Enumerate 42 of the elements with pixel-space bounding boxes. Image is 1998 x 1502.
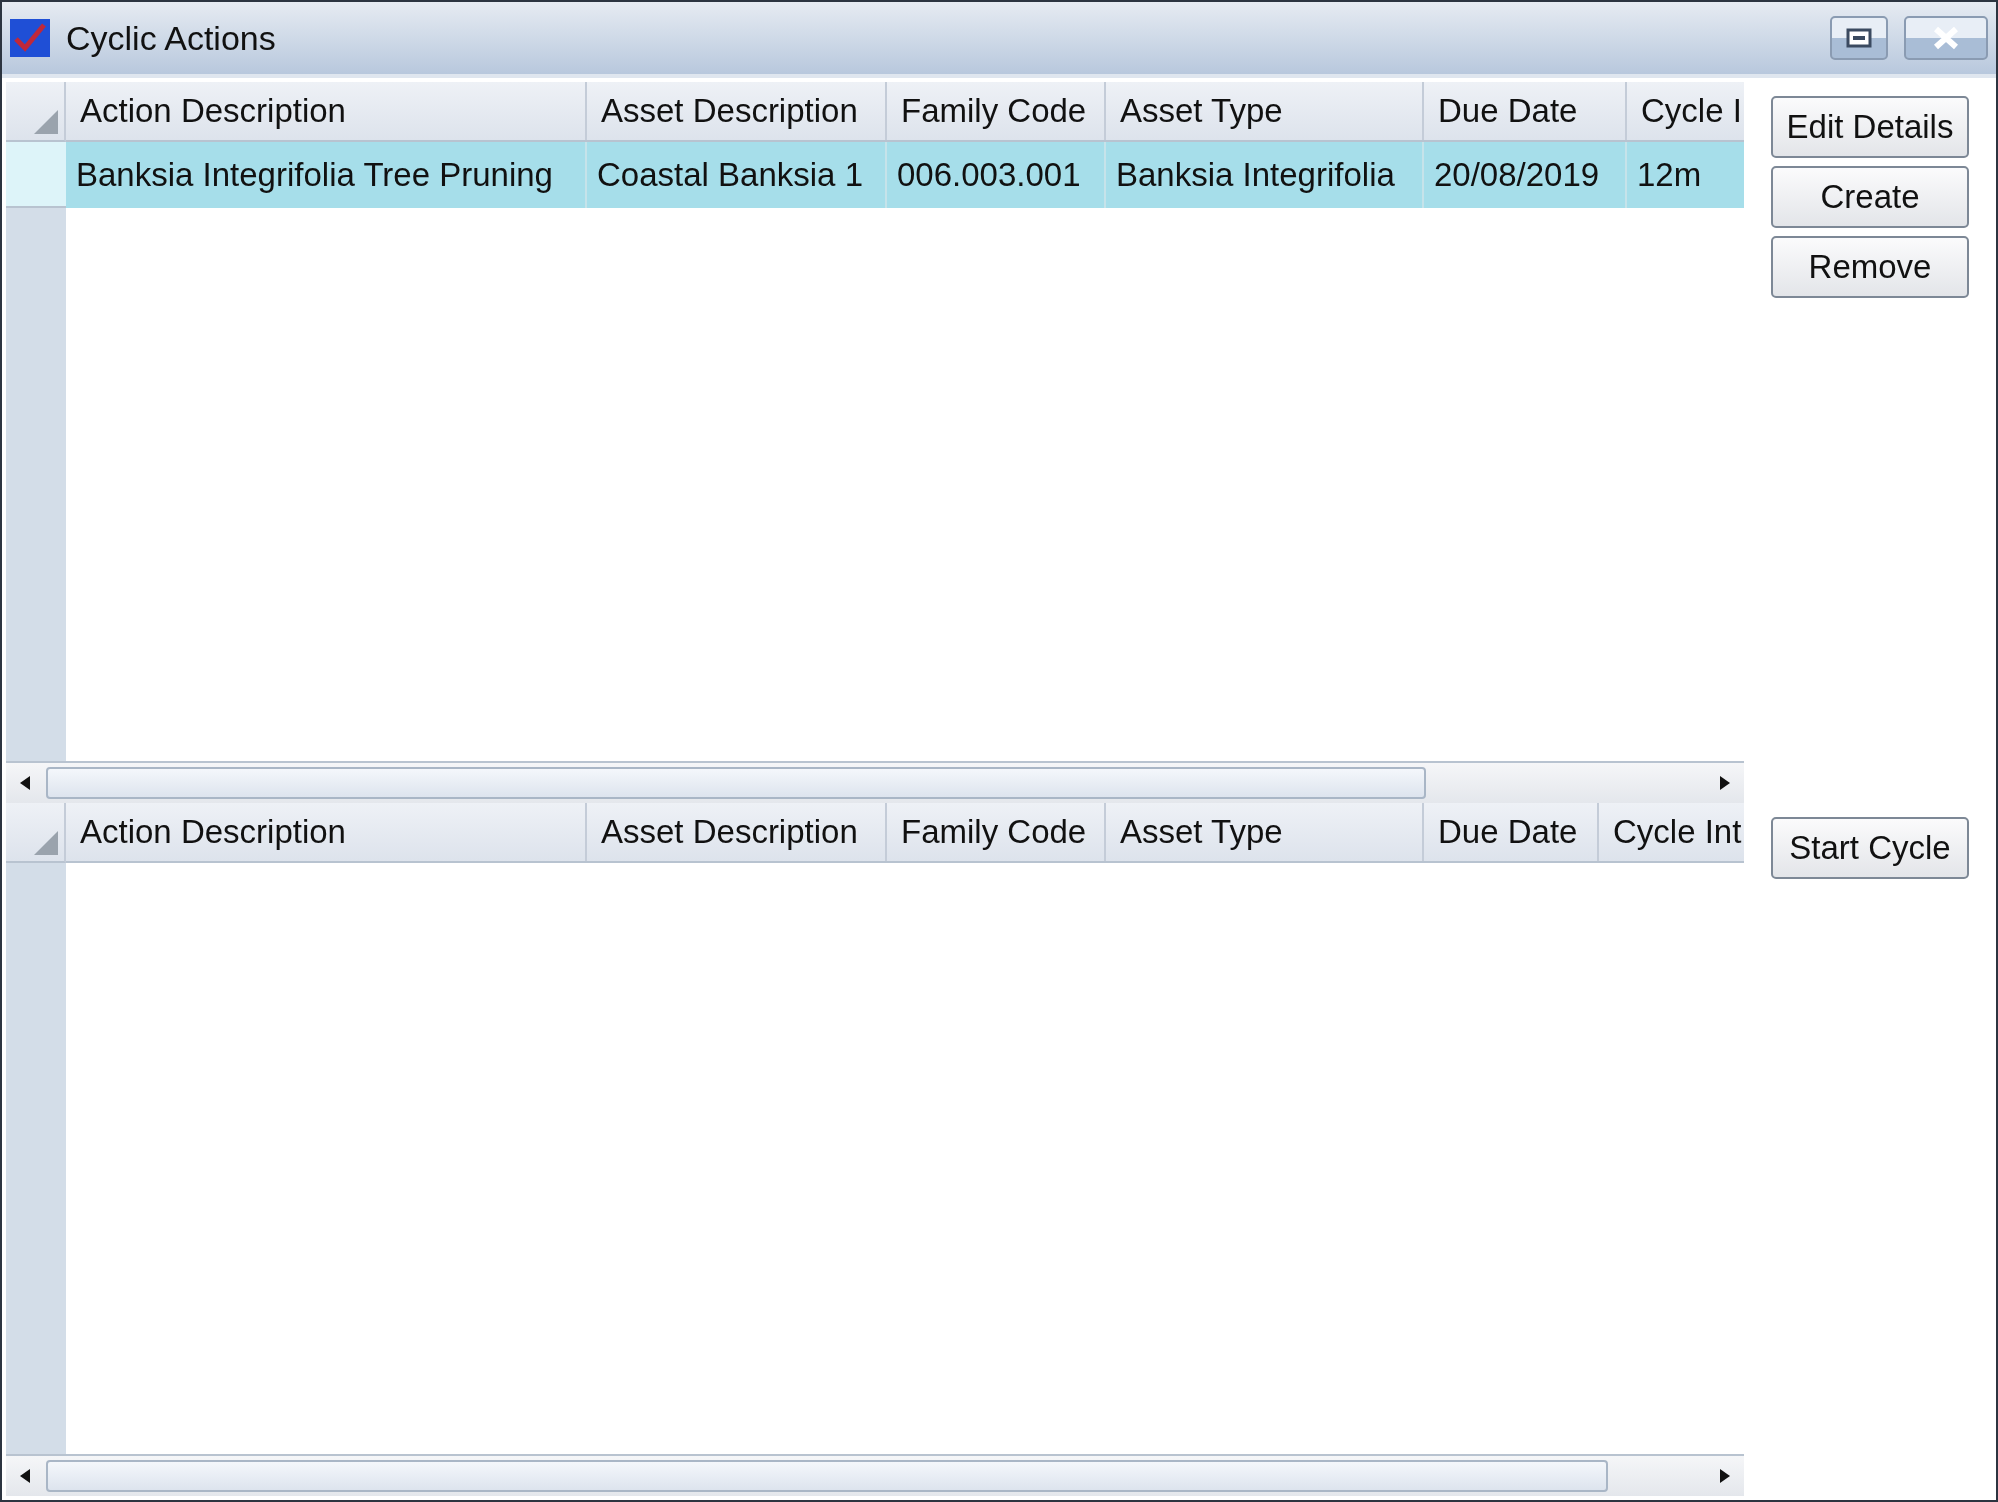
restore-button[interactable] [1830,16,1888,60]
column-header[interactable]: Asset Type [1106,803,1424,862]
row-header[interactable] [6,142,66,208]
scrollbar-thumb[interactable] [46,1460,1608,1492]
corner-triangle-icon [34,831,58,856]
column-header-label: Cycle Int [1613,813,1742,852]
column-header-label: Action Description [80,813,346,852]
select-all-corner[interactable] [6,803,66,864]
column-header[interactable]: Action Description [66,803,587,862]
column-header-label: Asset Type [1120,92,1283,130]
horizontal-scrollbar[interactable] [6,761,1744,804]
action-button[interactable]: Remove [1771,236,1969,298]
column-header-label: Asset Type [1120,813,1283,852]
horizontal-scrollbar[interactable] [6,1454,1744,1496]
column-header-label: Asset Description [601,813,858,852]
action-button[interactable]: Edit Details [1771,96,1969,158]
column-header[interactable]: Due Date [1424,82,1627,140]
column-header[interactable]: Asset Description [587,803,887,862]
corner-triangle-icon [34,110,58,134]
close-icon [1932,26,1960,50]
column-header[interactable]: Family Code [887,803,1106,862]
column-header[interactable]: Action Description [66,82,587,140]
table-row[interactable]: Banksia Integrifolia Tree Pruning Coastal Banksia 1 006.003.001 Banksia Integrifolia 20/08/2019 12m [66,142,1744,208]
column-header[interactable]: Family Code [887,82,1106,140]
column-header-label: Asset Description [601,92,858,130]
checkbox-app-icon [10,19,50,57]
column-header[interactable]: Asset Description [587,82,887,140]
column-header-label: Due Date [1438,813,1578,852]
column-header-label: Family Code [901,92,1087,130]
restore-icon [1846,28,1872,48]
scrollbar-thumb[interactable] [46,767,1426,800]
column-header-label: Due Date [1438,92,1578,130]
column-header-label: Action Description [80,92,346,130]
column-header[interactable]: Due Date [1424,803,1599,862]
column-header[interactable]: Asset Type [1106,82,1424,140]
select-all-corner[interactable] [6,82,66,142]
column-header-label: Cycle I [1641,92,1742,130]
window-title: Cyclic Actions [66,18,277,58]
close-button[interactable] [1904,16,1988,60]
start-cycle-button[interactable]: Start Cycle [1771,817,1969,880]
action-button[interactable]: Create [1771,166,1969,228]
column-header-label: Family Code [901,813,1087,852]
